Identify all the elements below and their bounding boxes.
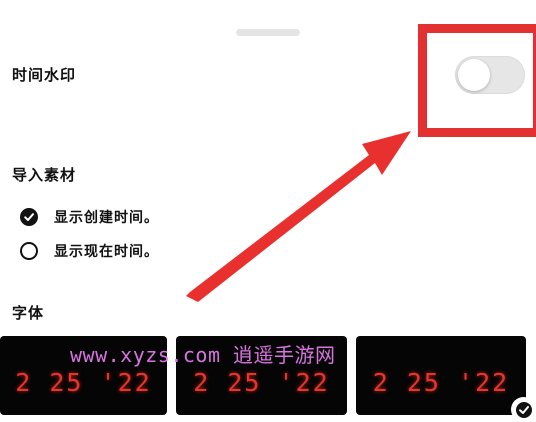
time-watermark-label: 时间水印 — [12, 66, 77, 84]
option-show-created-time[interactable]: 显示创建时间。 — [20, 206, 159, 228]
option-label: 显示现在时间。 — [54, 244, 159, 260]
font-sample-text: 2 25 '22 — [15, 368, 152, 397]
option-show-current-time[interactable]: 显示现在时间。 — [20, 240, 159, 262]
font-option-card-selected[interactable]: 2 25 '22 — [356, 336, 526, 415]
option-label: 显示创建时间。 — [54, 210, 159, 226]
check-badge-icon — [511, 397, 536, 422]
annotation-highlight-box — [418, 24, 536, 137]
circle-outline-icon — [20, 242, 38, 260]
font-sample-text: 2 25 '22 — [193, 368, 330, 397]
check-circle-filled-icon — [20, 208, 38, 226]
import-material-label: 导入素材 — [12, 166, 77, 184]
sheet-drag-handle[interactable] — [236, 29, 300, 36]
site-watermark: www.xyzs.com 逍遥手游网 — [70, 343, 336, 367]
font-label: 字体 — [12, 304, 45, 322]
font-sample-text: 2 25 '22 — [372, 368, 510, 397]
